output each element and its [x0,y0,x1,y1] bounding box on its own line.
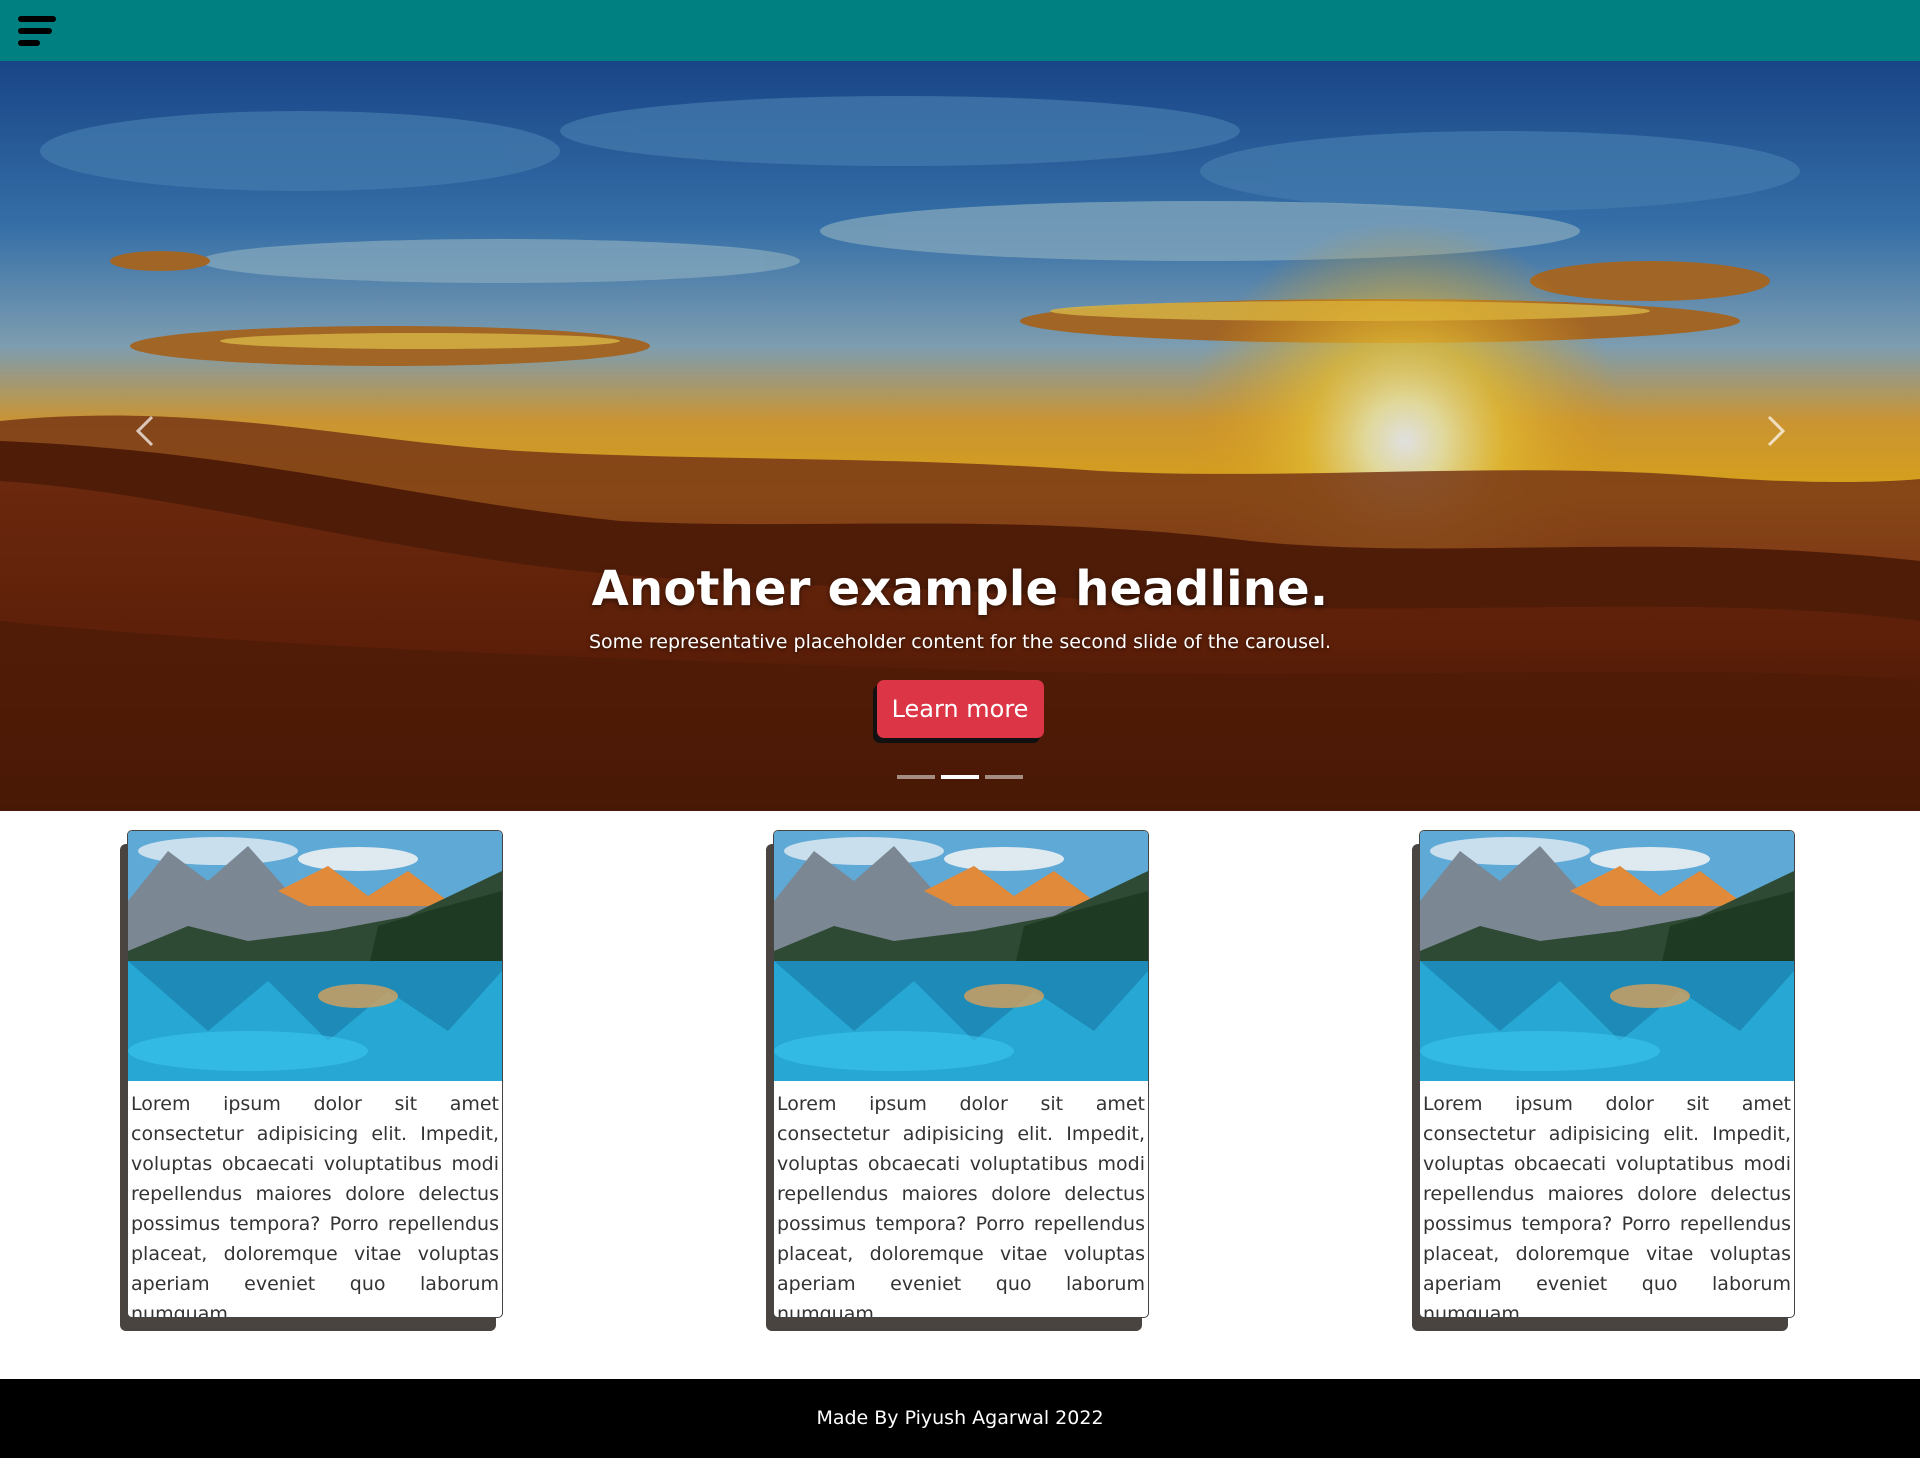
footer-text: Made By Piyush Agarwal 2022 [816,1407,1104,1429]
chevron-left-icon[interactable] [126,411,166,451]
card-section: Lorem ipsum dolor sit amet consectetur a… [0,830,1920,1340]
card-2-text: Lorem ipsum dolor sit amet consectetur a… [777,1093,1145,1318]
card-1-text: Lorem ipsum dolor sit amet consectetur a… [131,1093,499,1318]
carousel-caption: Another example headline. Some represent… [0,561,1920,738]
carousel-indicator-1[interactable] [897,775,935,779]
card-1: Lorem ipsum dolor sit amet consectetur a… [120,830,509,1332]
top-navbar [0,0,1920,61]
mountain-lake-image [1420,831,1794,1081]
card-2: Lorem ipsum dolor sit amet consectetur a… [766,830,1155,1332]
card-3-text: Lorem ipsum dolor sit amet consectetur a… [1423,1093,1791,1318]
carousel-indicator-2[interactable] [941,775,979,779]
carousel-indicators [0,775,1920,779]
chevron-right-icon[interactable] [1755,411,1795,451]
mountain-lake-image [774,831,1148,1081]
hero-carousel: Another example headline. Some represent… [0,61,1920,811]
learn-more-button[interactable]: Learn more [876,680,1044,738]
carousel-indicator-3[interactable] [985,775,1023,779]
footer: Made By Piyush Agarwal 2022 [0,1379,1920,1458]
carousel-headline: Another example headline. [591,561,1329,617]
hamburger-menu-icon[interactable] [18,14,58,48]
mountain-lake-image [128,831,502,1081]
carousel-text: Some representative placeholder content … [588,631,1332,653]
card-3: Lorem ipsum dolor sit amet consectetur a… [1412,830,1801,1332]
